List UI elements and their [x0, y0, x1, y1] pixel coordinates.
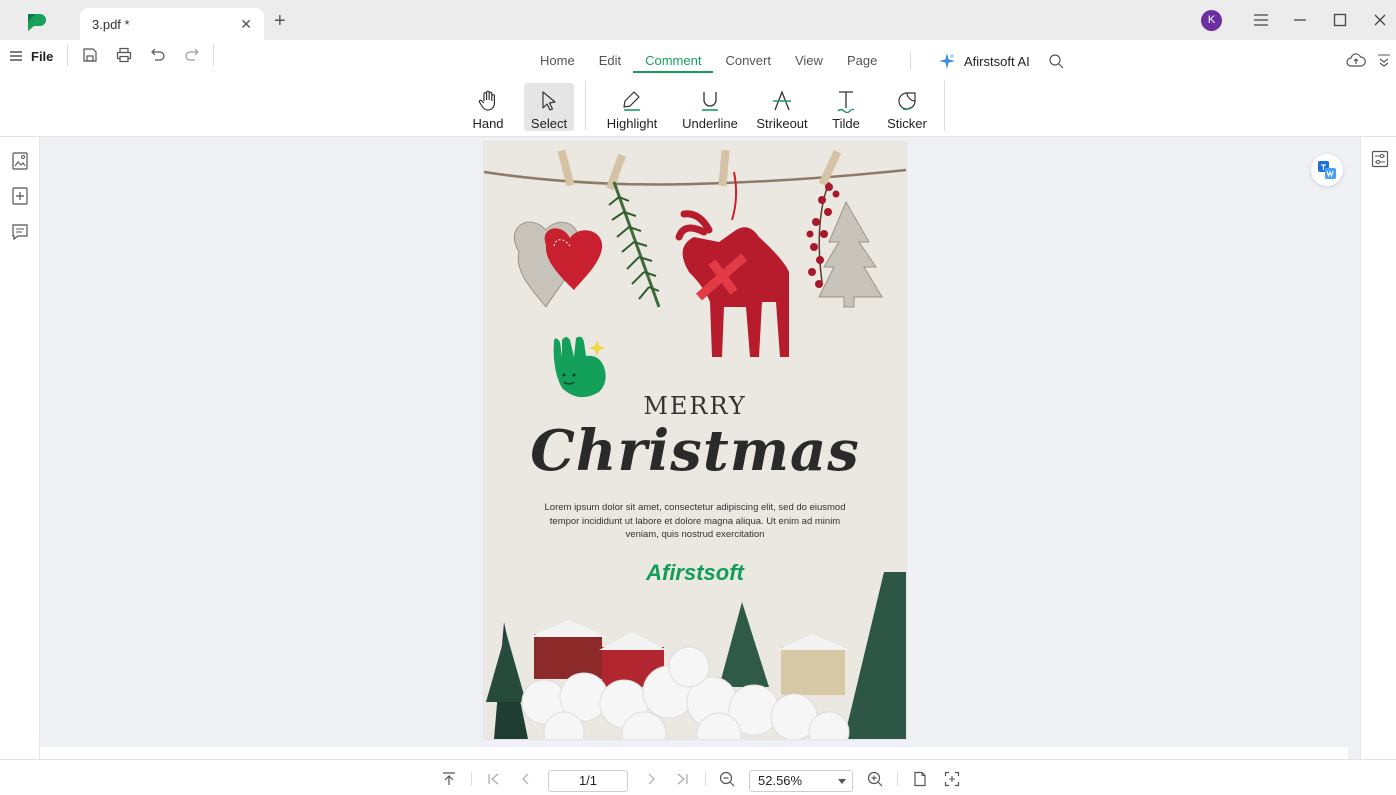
select-tool-button[interactable]: Select: [524, 83, 574, 131]
divider: [213, 44, 214, 66]
right-sidebar: [1360, 137, 1396, 759]
title-bar: 3.pdf * ✕ + K: [0, 0, 1396, 40]
sparkle-icon: [939, 53, 955, 69]
tab-page[interactable]: Page: [835, 53, 889, 73]
highlight-label: Highlight: [606, 116, 658, 131]
search-icon[interactable]: [1048, 53, 1064, 69]
sticker-label: Sticker: [887, 116, 927, 131]
user-avatar[interactable]: K: [1201, 10, 1222, 31]
zoom-in-icon[interactable]: [867, 771, 883, 787]
tab-title: 3.pdf *: [92, 17, 130, 32]
print-icon[interactable]: [115, 46, 133, 64]
underline-icon: [702, 92, 718, 111]
hamburger-menu-icon[interactable]: [1251, 10, 1271, 30]
menu-lines-icon: [10, 51, 22, 61]
redo-icon[interactable]: [183, 46, 201, 64]
strikeout-icon: [773, 90, 791, 111]
file-label: File: [31, 48, 54, 64]
tab-edit[interactable]: Edit: [587, 53, 633, 73]
maximize-icon[interactable]: [1330, 10, 1350, 30]
minimize-icon[interactable]: [1290, 10, 1310, 30]
previous-page-icon[interactable]: [518, 771, 534, 787]
scrollbar-track[interactable]: [1348, 137, 1360, 759]
translate-button[interactable]: [1311, 154, 1343, 186]
highlight-pen-icon: [623, 91, 640, 111]
document-tab[interactable]: 3.pdf * ✕: [80, 8, 264, 40]
cursor-icon: [542, 91, 556, 111]
comments-panel-icon[interactable]: [10, 222, 30, 242]
new-tab-icon[interactable]: +: [274, 11, 286, 31]
strikeout-tool-button[interactable]: Strikeout: [754, 83, 810, 131]
divider: [705, 772, 706, 786]
bookmark-add-icon[interactable]: [10, 186, 30, 206]
card-greeting-large: Christmas: [530, 418, 860, 484]
chevron-down-icon: [838, 779, 846, 784]
zoom-out-icon[interactable]: [719, 771, 735, 787]
status-bar: 1/1 52.56%: [0, 759, 1396, 795]
tab-home[interactable]: Home: [528, 53, 587, 73]
tab-convert[interactable]: Convert: [713, 53, 783, 73]
tab-view[interactable]: View: [783, 53, 835, 73]
underline-label: Underline: [682, 116, 738, 131]
underline-tool-button[interactable]: Underline: [678, 83, 742, 131]
page-number-input[interactable]: 1/1: [548, 770, 628, 792]
ribbon: File Home Edit Comment Convert View Page…: [0, 40, 1396, 137]
card-body-text: Lorem ipsum dolor sit amet, consectetur …: [544, 502, 846, 540]
tilde-label: Tilde: [832, 116, 860, 131]
card-greeting-small: MERRY: [643, 392, 747, 420]
app-logo-icon: [28, 14, 46, 31]
single-page-view-icon[interactable]: [912, 771, 928, 787]
pdf-page[interactable]: MERRY Christmas Lorem ipsum dolor sit am…: [484, 142, 906, 739]
next-page-icon[interactable]: [643, 771, 659, 787]
sticker-icon: [898, 92, 916, 111]
pdf-editor-window: 3.pdf * ✕ + K File Home Edit Comment Con…: [0, 0, 1396, 795]
divider: [471, 772, 472, 786]
card-brand-logo: Afirstsoft: [646, 560, 744, 585]
hand-tool-button[interactable]: Hand: [466, 83, 510, 131]
zoom-level-select[interactable]: 52.56%: [749, 770, 853, 792]
close-window-icon[interactable]: [1370, 10, 1390, 30]
translate-icon: [1318, 161, 1336, 179]
sticker-tool-button[interactable]: Sticker: [884, 83, 930, 131]
select-label: Select: [530, 116, 568, 131]
thumbnail-icon[interactable]: [10, 151, 30, 171]
tilde-text-icon: [837, 91, 855, 113]
tab-comment[interactable]: Comment: [633, 53, 714, 73]
hand-icon: [478, 90, 495, 111]
strikeout-label: Strikeout: [756, 116, 808, 131]
divider: [910, 52, 911, 70]
properties-panel-icon[interactable]: [1371, 150, 1389, 168]
menu-tabs: Home Edit Comment Convert View Page: [528, 53, 889, 73]
collapse-ribbon-icon[interactable]: [1377, 53, 1391, 67]
tilde-tool-button[interactable]: Tilde: [826, 83, 866, 131]
divider: [897, 772, 898, 786]
divider: [944, 81, 945, 131]
divider: [67, 44, 68, 66]
last-page-icon[interactable]: [674, 771, 690, 787]
zoom-value: 52.56%: [758, 773, 803, 788]
fit-top-icon[interactable]: [441, 771, 457, 787]
divider: [585, 81, 586, 131]
tab-close-icon[interactable]: ✕: [240, 16, 252, 33]
comment-toolbar: Hand Select Highlight Underline Strikeou…: [0, 81, 1396, 133]
ai-label: Afirstsoft AI: [964, 53, 1030, 69]
file-menu-button[interactable]: File: [10, 46, 53, 66]
first-page-icon[interactable]: [486, 771, 502, 787]
fit-page-icon[interactable]: [944, 771, 960, 787]
save-icon[interactable]: [81, 46, 99, 64]
hand-label: Hand: [472, 116, 504, 131]
ai-assistant-button[interactable]: Afirstsoft AI: [938, 52, 1030, 70]
undo-icon[interactable]: [149, 46, 167, 64]
cloud-upload-icon[interactable]: [1346, 52, 1366, 68]
left-sidebar: [0, 137, 40, 759]
highlight-tool-button[interactable]: Highlight: [602, 83, 662, 131]
